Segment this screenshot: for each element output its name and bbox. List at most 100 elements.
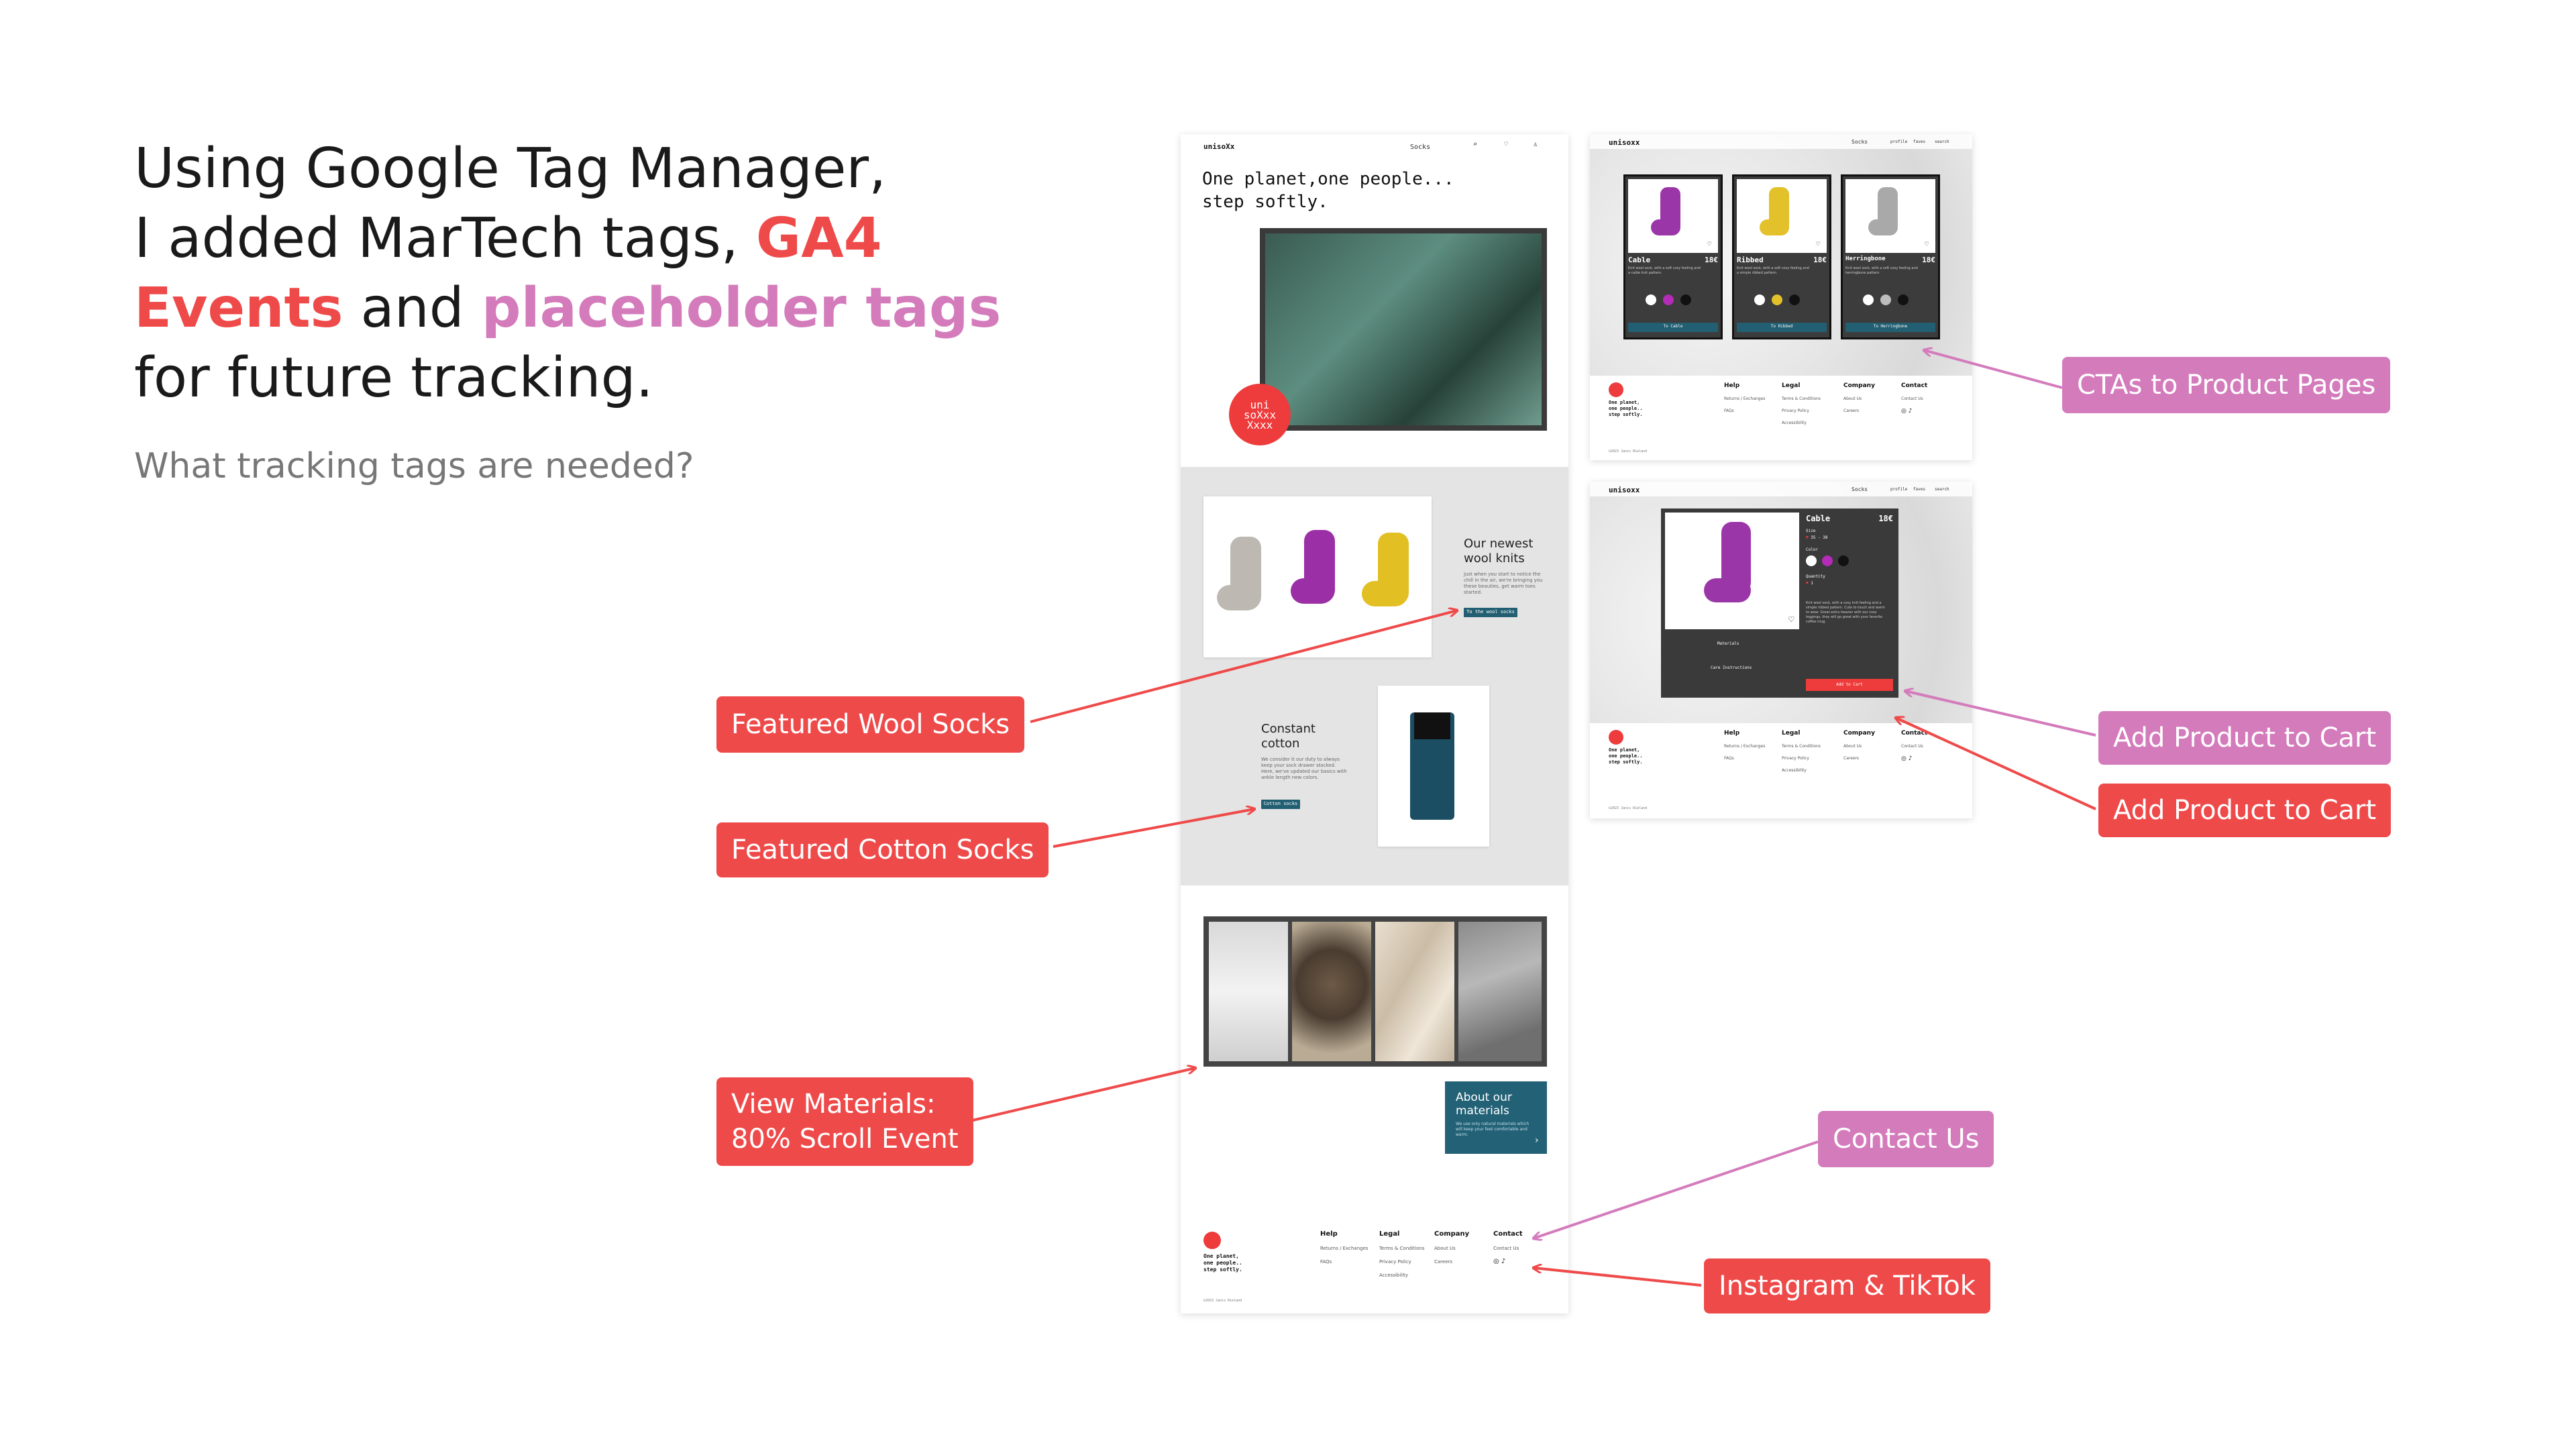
arrow-right-icon[interactable]: › — [1535, 1135, 1539, 1146]
search-icon[interactable]: ⌕ — [1473, 141, 1477, 148]
footer-link-terms[interactable]: Terms & Conditions — [1782, 393, 1821, 405]
color-swatch-white[interactable] — [1806, 555, 1817, 566]
about-heading-line: About our — [1456, 1091, 1512, 1104]
user-icon[interactable]: ♙ — [1534, 141, 1538, 148]
brand-logo[interactable]: unisoXx — [1203, 142, 1234, 151]
headline-text: I added MarTech tags, — [134, 207, 756, 270]
footer-link-privacy[interactable]: Privacy Policy — [1782, 405, 1821, 417]
footer-link-about[interactable]: About Us — [1843, 393, 1875, 405]
nav-search[interactable]: search — [1935, 140, 1949, 144]
footer-col-help: Help Returns / Exchanges FAQs — [1724, 382, 1765, 417]
instagram-tiktok-icon[interactable]: ◎ ♪ — [1901, 405, 1927, 417]
footer-col-help: Help Returns / Exchanges FAQs — [1320, 1230, 1368, 1269]
product-name: Cable — [1806, 514, 1831, 523]
nav-profile[interactable]: profile — [1890, 487, 1907, 492]
nav-socks[interactable]: Socks — [1851, 139, 1868, 145]
color-swatch-white[interactable] — [1646, 294, 1656, 305]
to-product-button[interactable]: To Cable — [1628, 323, 1718, 332]
color-swatch-yellow[interactable] — [1772, 294, 1782, 305]
nav-search[interactable]: search — [1935, 487, 1949, 492]
callout-add-to-cart-red: Add Product to Cart — [2098, 784, 2392, 837]
footer-link-returns[interactable]: Returns / Exchanges — [1724, 393, 1765, 405]
color-swatch-white[interactable] — [1754, 294, 1765, 305]
wool-heading: Our newest wool knits — [1464, 537, 1533, 566]
cotton-plant-photo — [1209, 922, 1288, 1061]
wool-socks-button[interactable]: To the wool socks — [1464, 608, 1517, 617]
footer-link-about[interactable]: About Us — [1843, 741, 1875, 753]
nav-faves[interactable]: faves — [1913, 487, 1925, 492]
footer-link-careers[interactable]: Careers — [1843, 405, 1875, 417]
brand-logo[interactable]: unisoxx — [1609, 486, 1640, 494]
footer-link-terms[interactable]: Terms & Conditions — [1782, 741, 1821, 753]
about-materials-box[interactable]: About our materials We use only natural … — [1445, 1081, 1547, 1154]
instagram-tiktok-icon[interactable]: ◎ ♪ — [1493, 1255, 1523, 1269]
quantity-stepper[interactable]: ♥ 1 — [1806, 581, 1813, 586]
footer-col-legal: Legal Terms & Conditions Privacy Policy … — [1782, 730, 1821, 777]
color-swatch-purple[interactable] — [1822, 555, 1833, 566]
footer-link-privacy[interactable]: Privacy Policy — [1782, 753, 1821, 765]
product-card-herringbone[interactable]: ♡ Herringbone 18€ Knit wool sock, with a… — [1841, 174, 1940, 339]
tagline-line: step softly. — [1609, 759, 1643, 765]
sock-grey-foot — [1217, 585, 1257, 610]
footer-link-accessibility[interactable]: Accessibility — [1782, 417, 1821, 429]
footer-link-faqs[interactable]: FAQs — [1724, 753, 1765, 765]
heart-icon[interactable]: ♡ — [1504, 141, 1508, 148]
footer-link-returns[interactable]: Returns / Exchanges — [1724, 741, 1765, 753]
footer-link-accessibility[interactable]: Accessibility — [1379, 1269, 1425, 1282]
materials-link[interactable]: Materials — [1717, 641, 1739, 646]
headline-line-3: Events and placeholder tags — [134, 274, 1006, 343]
care-instructions-link[interactable]: Care Instructions — [1711, 665, 1752, 670]
brand-logo[interactable]: unisoxx — [1609, 138, 1640, 147]
color-swatch-grey[interactable] — [1880, 294, 1891, 305]
footer-copyright: ©2023 Janis Rieland — [1609, 806, 1648, 810]
color-swatch-purple[interactable] — [1663, 294, 1674, 305]
nav-socks[interactable]: Socks — [1410, 144, 1430, 151]
footer-col-title: Company — [1843, 382, 1875, 389]
product-card-ribbed[interactable]: ♡ Ribbed 18€ Knit wool sock, with a soft… — [1732, 174, 1831, 339]
footer-link-faqs[interactable]: FAQs — [1320, 1255, 1368, 1269]
callout-view-materials: View Materials: 80% Scroll Event — [716, 1077, 973, 1166]
footer-link-terms[interactable]: Terms & Conditions — [1379, 1242, 1425, 1255]
footer-link-privacy[interactable]: Privacy Policy — [1379, 1255, 1425, 1269]
footer-link-returns[interactable]: Returns / Exchanges — [1320, 1242, 1368, 1255]
product-desc: Knit wool sock, with a soft cosy feeling… — [1845, 266, 1918, 275]
footer-link-careers[interactable]: Careers — [1434, 1255, 1469, 1269]
product-listing-mockup: unisoxx Socks profile faves search ♡ Cab… — [1590, 134, 1972, 460]
footer-col-company: Company About Us Careers — [1434, 1230, 1469, 1269]
color-swatch-black[interactable] — [1789, 294, 1800, 305]
footer-link-contact-us[interactable]: Contact Us — [1493, 1242, 1523, 1255]
footer-link-accessibility[interactable]: Accessibility — [1782, 765, 1821, 777]
to-product-button[interactable]: To Herringbone — [1845, 323, 1935, 332]
footer-copyright: ©2023 Janis Rieland — [1203, 1299, 1242, 1303]
color-swatch-black[interactable] — [1838, 555, 1849, 566]
size-select[interactable]: ♥ 35 - 38 — [1806, 535, 1828, 540]
nav-faves[interactable]: faves — [1913, 140, 1925, 144]
color-swatch-black[interactable] — [1898, 294, 1909, 305]
footer: One planet, one people.. step softly. ©2… — [1590, 723, 1972, 818]
color-swatch-white[interactable] — [1863, 294, 1874, 305]
cotton-socks-button[interactable]: Cotton socks — [1261, 800, 1300, 809]
footer-logo-dot — [1609, 730, 1623, 745]
hero-line-1: One planet,one people... — [1202, 169, 1454, 189]
instagram-tiktok-icon[interactable]: ◎ ♪ — [1901, 753, 1927, 765]
wool-knit-photo — [1458, 922, 1542, 1061]
product-card-cable[interactable]: ♡ Cable 18€ Knit wool sock, with a soft … — [1623, 174, 1723, 339]
color-swatch-black[interactable] — [1680, 294, 1691, 305]
heart-icon[interactable]: ♡ — [1816, 241, 1820, 248]
heart-icon[interactable]: ♡ — [1925, 241, 1929, 248]
footer-link-contact-us[interactable]: Contact Us — [1901, 741, 1927, 753]
footer-link-careers[interactable]: Careers — [1843, 753, 1875, 765]
to-product-button[interactable]: To Ribbed — [1737, 323, 1827, 332]
callout-featured-wool-socks: Featured Wool Socks — [716, 696, 1025, 753]
alpaca-photo — [1292, 922, 1371, 1061]
footer-link-faqs[interactable]: FAQs — [1724, 405, 1765, 417]
add-to-cart-button[interactable]: Add to Cart — [1806, 679, 1893, 691]
ga4-highlight: GA4 — [755, 207, 882, 270]
callout-featured-cotton-socks: Featured Cotton Socks — [716, 822, 1049, 877]
footer-link-about[interactable]: About Us — [1434, 1242, 1469, 1255]
nav-socks[interactable]: Socks — [1851, 486, 1868, 492]
footer-link-contact-us[interactable]: Contact Us — [1901, 393, 1927, 405]
nav-profile[interactable]: profile — [1890, 140, 1907, 144]
heart-icon[interactable]: ♡ — [1707, 241, 1711, 248]
heart-icon[interactable]: ♡ — [1788, 614, 1794, 625]
